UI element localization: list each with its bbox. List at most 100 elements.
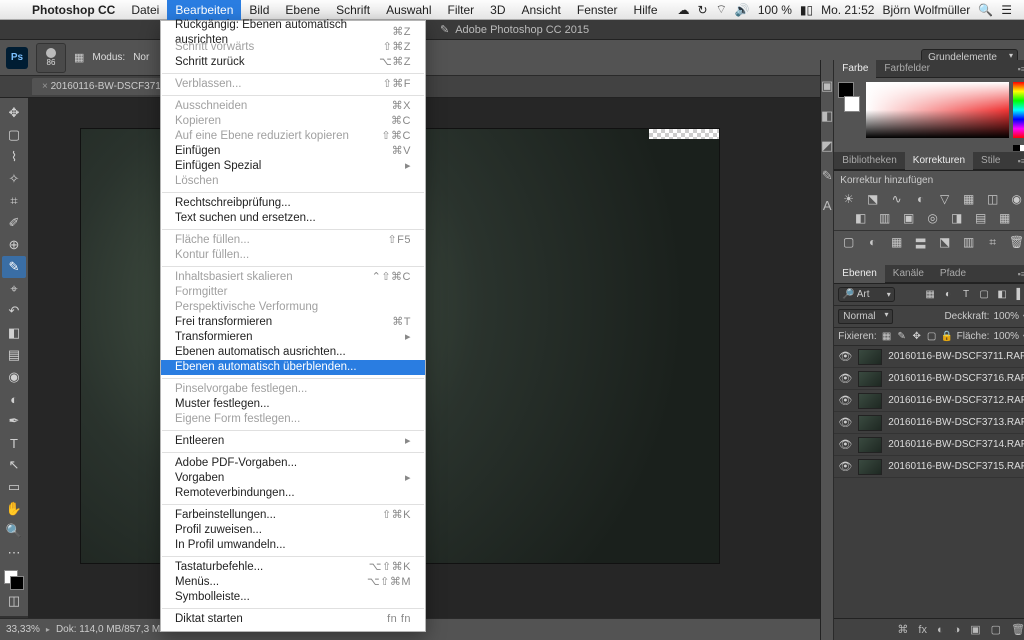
menu-item[interactable]: Einfügen⌘V [161, 144, 425, 159]
adj-trash-icon[interactable]: 🗑 [1009, 235, 1024, 252]
hue-strip[interactable] [1013, 82, 1024, 138]
document-tab[interactable]: × 20160116-BW-DSCF3716 [32, 78, 172, 95]
mac-menu-item[interactable]: Hilfe [626, 0, 666, 20]
adj-preset6-icon[interactable]: ▥ [961, 235, 977, 252]
app-name[interactable]: Photoshop CC [24, 3, 123, 17]
spotlight-icon[interactable]: 🔍 [978, 3, 993, 17]
mac-menu-item[interactable]: Filter [439, 0, 482, 20]
menu-item[interactable]: Remoteverbindungen... [161, 486, 425, 501]
ps-logo-icon[interactable]: Ps [6, 47, 28, 69]
link-layers-icon[interactable]: ⌘ [897, 623, 908, 636]
menu-item[interactable]: Ebenen automatisch überblenden... [161, 360, 425, 375]
lasso-tool-icon[interactable]: ⌇ [2, 146, 26, 168]
menu-item[interactable]: Adobe PDF-Vorgaben... [161, 456, 425, 471]
menu-item[interactable]: Tastaturbefehle...⌥⇧⌘K [161, 560, 425, 575]
path-tool-icon[interactable]: ↖ [2, 454, 26, 476]
visibility-icon[interactable]: 👁 [838, 394, 852, 407]
tab-ebenen[interactable]: Ebenen [834, 265, 884, 283]
shape-tool-icon[interactable]: ▭ [2, 476, 26, 498]
visibility-icon[interactable]: 👁 [838, 372, 852, 385]
filter-pixel-icon[interactable]: ▦ [923, 288, 937, 302]
lock-paint-icon[interactable]: ✎ [896, 331, 908, 342]
tab-x-icon[interactable]: × [42, 81, 48, 92]
adj-preset4-icon[interactable]: 〓 [913, 235, 929, 252]
wand-tool-icon[interactable]: ✧ [2, 168, 26, 190]
menu-item[interactable]: Profil zuweisen... [161, 523, 425, 538]
visibility-icon[interactable]: 👁 [838, 416, 852, 429]
layer-thumb[interactable] [858, 371, 882, 387]
adj-preset3-icon[interactable]: ▦ [889, 235, 905, 252]
bw-strip[interactable] [1013, 145, 1024, 151]
color-gradient[interactable] [866, 82, 1009, 138]
visibility-icon[interactable]: 👁 [838, 460, 852, 473]
layer-thumb[interactable] [858, 437, 882, 453]
menu-item[interactable]: Transformieren▸ [161, 330, 425, 345]
layer-row[interactable]: 👁20160116-BW-DSCF3716.RAF [834, 368, 1024, 390]
layer-thumb[interactable] [858, 349, 882, 365]
edit-toolbar-icon[interactable]: ⋯ [2, 542, 26, 564]
layer-mask-icon[interactable]: ◐ [937, 624, 944, 636]
lock-trans-icon[interactable]: ▦ [881, 331, 893, 342]
battery-icon[interactable]: ▮▯ [800, 3, 813, 17]
volume-icon[interactable]: 🔊 [735, 3, 750, 17]
type-tool-icon[interactable]: T [2, 432, 26, 454]
quickmask-icon[interactable]: ◫ [2, 590, 26, 612]
new-fill-icon[interactable]: ◑ [954, 624, 961, 636]
adjustments-panel-icon[interactable]: ◩ [821, 138, 833, 154]
history-panel-icon[interactable]: ▣ [821, 78, 833, 94]
eraser-tool-icon[interactable]: ◧ [2, 322, 26, 344]
color-panel-swatch[interactable] [838, 82, 860, 112]
tab-farbfelder[interactable]: Farbfelder [876, 60, 938, 78]
filter-shape-icon[interactable]: ▢ [977, 288, 991, 302]
menu-item[interactable]: Rechtschreibprüfung... [161, 196, 425, 211]
delete-layer-icon[interactable]: 🗑 [1011, 623, 1024, 636]
adj-gradientmap-icon[interactable]: ▤ [973, 211, 989, 225]
layer-fx-icon[interactable]: fx [918, 624, 927, 636]
fill-value[interactable]: 100% [993, 331, 1019, 342]
mode-value[interactable]: Nor [133, 52, 149, 63]
menu-item[interactable]: Farbeinstellungen...⇧⌘K [161, 508, 425, 523]
adj-channelmix-icon[interactable]: ◧ [853, 211, 869, 225]
menu-item[interactable]: Schritt zurück⌥⌘Z [161, 55, 425, 70]
mac-menu-item[interactable]: Fenster [569, 0, 626, 20]
menu-item[interactable]: Symbolleiste... [161, 590, 425, 605]
layer-row[interactable]: 👁20160116-BW-DSCF3711.RAF [834, 346, 1024, 368]
wifi-icon[interactable]: ⌔ [716, 2, 727, 17]
adj-preset1-icon[interactable]: ▢ [841, 235, 857, 252]
filter-type-icon[interactable]: T [959, 288, 973, 302]
lock-artboard-icon[interactable]: ▢ [926, 331, 938, 342]
adj-posterize-icon[interactable]: ◎ [925, 211, 941, 225]
adj-preset2-icon[interactable]: ◐ [865, 235, 881, 252]
tab-bibliotheken[interactable]: Bibliotheken [834, 152, 904, 170]
layer-thumb[interactable] [858, 459, 882, 475]
adj-threshold-icon[interactable]: ◨ [949, 211, 965, 225]
tab-pfade[interactable]: Pfade [932, 265, 974, 283]
menu-item[interactable]: Einfügen Spezial▸ [161, 159, 425, 174]
stamp-tool-icon[interactable]: ⌖ [2, 278, 26, 300]
menu-item[interactable]: Entleeren▸ [161, 434, 425, 449]
menu-item[interactable]: Vorgaben▸ [161, 471, 425, 486]
adj-curves-icon[interactable]: ∿ [889, 192, 905, 206]
layer-row[interactable]: 👁20160116-BW-DSCF3714.RAF [834, 434, 1024, 456]
brush-panel-icon-2[interactable]: ✎ [822, 168, 833, 184]
gradient-tool-icon[interactable]: ▤ [2, 344, 26, 366]
menu-item[interactable]: Ebenen automatisch ausrichten... [161, 345, 425, 360]
opacity-value[interactable]: 100% [993, 311, 1019, 322]
adj-exposure-icon[interactable]: ◐ [913, 192, 929, 206]
adj-brightness-icon[interactable]: ☀ [841, 192, 857, 206]
filter-smart-icon[interactable]: ◧ [995, 288, 1009, 302]
new-group-icon[interactable]: ▣ [970, 623, 980, 636]
filter-adjust-icon[interactable]: ◐ [941, 288, 955, 302]
char-panel-icon[interactable]: A [823, 198, 832, 213]
lock-all-icon[interactable]: 🔒 [941, 331, 953, 342]
notifications-icon[interactable]: ☰ [1001, 3, 1012, 17]
mac-menu-item[interactable]: Ansicht [514, 0, 569, 20]
adj-preset7-icon[interactable]: ⌗ [985, 235, 1001, 252]
menu-item[interactable]: Frei transformieren⌘T [161, 315, 425, 330]
dodge-tool-icon[interactable]: ◐ [2, 388, 26, 410]
adj-bw-icon[interactable]: ◫ [985, 192, 1001, 206]
panel-menu-icon[interactable]: ▪≡ [1013, 64, 1024, 74]
adj-hue-icon[interactable]: ▦ [961, 192, 977, 206]
panel-menu-icon[interactable]: ▪≡ [1013, 156, 1024, 166]
layer-row[interactable]: 👁20160116-BW-DSCF3712.RAF [834, 390, 1024, 412]
